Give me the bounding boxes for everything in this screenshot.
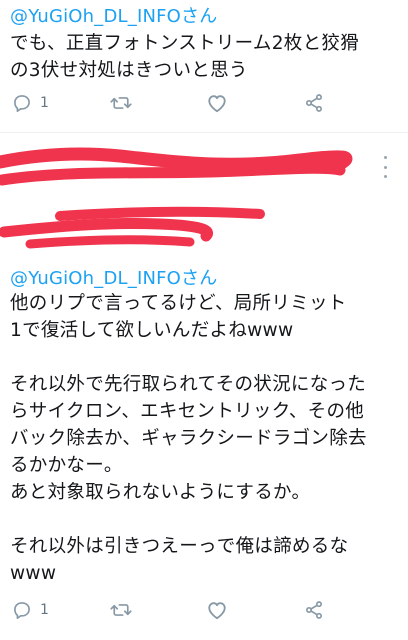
- redaction-scribble: [0, 147, 353, 249]
- reply-count: 1: [40, 602, 49, 618]
- redacted-header: [0, 140, 408, 260]
- reply-to-mention[interactable]: @YuGiOh_DL_INFOさん: [10, 264, 217, 290]
- tweet-text: 他のリプで言ってるけど、局所リミット 1で復活して欲しいんだよねwww それ以外…: [10, 293, 367, 584]
- tweet-actions: 1: [0, 597, 408, 623]
- share-button[interactable]: [304, 597, 324, 623]
- tweet-divider: [0, 132, 408, 133]
- reply-button[interactable]: 1: [12, 597, 49, 623]
- heart-icon: [206, 93, 228, 113]
- share-button[interactable]: [304, 90, 324, 116]
- reply-count: 1: [40, 95, 49, 111]
- retweet-button[interactable]: [110, 90, 132, 116]
- share-icon: [304, 600, 324, 620]
- reply-icon: [12, 600, 32, 620]
- retweet-button[interactable]: [110, 597, 132, 623]
- reply-button[interactable]: 1: [12, 90, 49, 116]
- like-button[interactable]: [206, 90, 228, 116]
- reply-to-mention[interactable]: @YuGiOh_DL_INFOさん: [10, 2, 217, 28]
- like-button[interactable]: [206, 597, 228, 623]
- heart-icon: [206, 600, 228, 620]
- tweet-text: でも、正直フォトンストリーム2枚と狡猾 の3伏せ対処はきついと思う: [10, 33, 359, 81]
- retweet-icon: [110, 93, 132, 113]
- share-icon: [304, 93, 324, 113]
- tweet-actions: 1: [0, 90, 408, 116]
- reply-icon: [12, 93, 32, 113]
- more-options-icon[interactable]: [382, 156, 388, 178]
- retweet-icon: [110, 600, 132, 620]
